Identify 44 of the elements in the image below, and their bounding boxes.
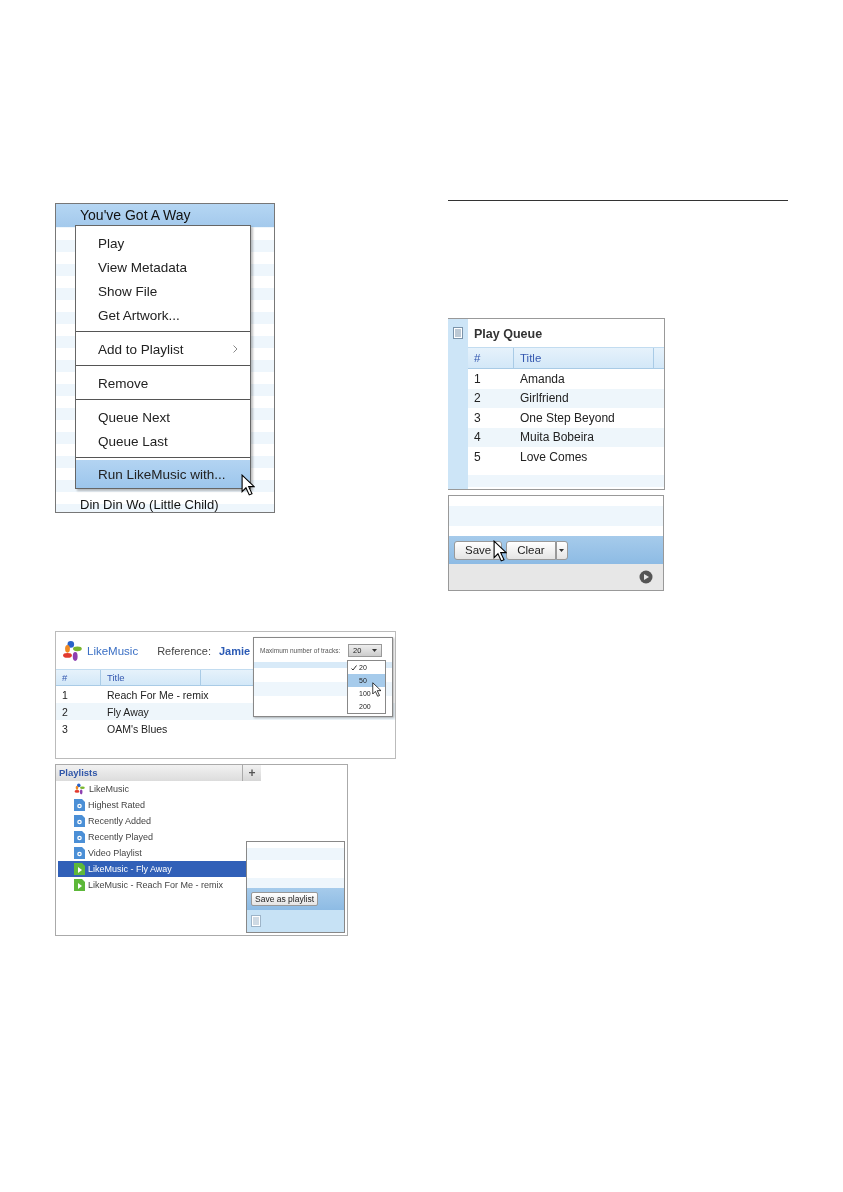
menu-item[interactable]: Run LikeMusic with...: [76, 460, 250, 488]
menu-item[interactable]: Show File: [76, 279, 250, 303]
table-cell: 2: [474, 391, 481, 406]
table-cell: Girlfriend: [520, 391, 569, 406]
table-cell: Love Comes: [520, 449, 588, 464]
playlist-item[interactable]: LikeMusic: [58, 781, 262, 797]
playlist-item[interactable]: LikeMusic - Reach For Me - remix: [58, 877, 262, 893]
table-cell: OAM's Blues: [107, 722, 168, 735]
song-row[interactable]: Din Din Wo (Little Child): [56, 497, 274, 512]
table-cell: 1: [62, 688, 68, 701]
column-header[interactable]: #: [468, 348, 514, 368]
panel-title: Playlists: [58, 766, 98, 780]
playlist-item[interactable]: Recently Added: [58, 813, 262, 829]
table-cell: 2: [62, 705, 68, 718]
table-cell: 3: [474, 410, 481, 425]
table-cell: 3: [62, 722, 68, 735]
add-button[interactable]: +: [242, 765, 261, 781]
menu-item[interactable]: View Metadata: [76, 255, 250, 279]
save-as-playlist-button[interactable]: Save as playlist: [251, 892, 319, 906]
brand-name: LikeMusic: [87, 644, 139, 657]
menu-item[interactable]: Play: [76, 231, 250, 255]
table-cell: Amanda: [520, 371, 565, 386]
table-cell: One Step Beyond: [520, 410, 615, 425]
playlist-item[interactable]: Highest Rated: [58, 797, 262, 813]
menu-item[interactable]: Remove: [76, 371, 250, 395]
table-cell: 1: [474, 371, 481, 386]
table-cell: 4: [474, 430, 481, 445]
table-cell: Reach For Me - remix: [107, 688, 209, 701]
column-header[interactable]: Title: [514, 348, 654, 368]
menu-item[interactable]: Add to Playlist: [76, 337, 250, 361]
menu-item[interactable]: Queue Next: [76, 405, 250, 429]
playlist-item[interactable]: Video Playlist: [58, 845, 262, 861]
song-row[interactable]: You've Got A Way: [56, 204, 274, 227]
menu-item[interactable]: Queue Last: [76, 429, 250, 453]
toolbar-button[interactable]: Clear: [506, 540, 556, 560]
reference-value: Jamie: [218, 644, 251, 657]
column-header[interactable]: #: [56, 670, 101, 685]
table-cell: Muita Bobeira: [520, 430, 595, 445]
table-cell: 5: [474, 449, 481, 464]
playlist-item[interactable]: Recently Played: [58, 829, 262, 845]
menu-item[interactable]: Get Artwork...: [76, 303, 250, 327]
table-cell: Fly Away: [107, 705, 149, 718]
reference-label: Reference:: [157, 644, 211, 657]
column-header[interactable]: Title: [101, 670, 201, 685]
